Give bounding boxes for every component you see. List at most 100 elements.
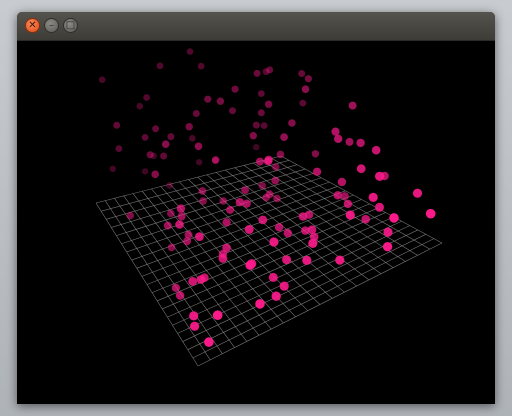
- point-8: [98, 76, 106, 83]
- point-17: [299, 99, 307, 107]
- point-53: [301, 85, 310, 93]
- point-36: [185, 123, 193, 131]
- point-68: [255, 157, 264, 166]
- point-108: [268, 272, 278, 282]
- point-104: [196, 275, 206, 284]
- point-86: [175, 291, 185, 300]
- point-121: [189, 311, 199, 321]
- ground-grid: [95, 155, 443, 367]
- point-114: [412, 188, 423, 198]
- point-97: [371, 145, 381, 155]
- grid-line-v-20: [197, 242, 443, 367]
- point-44: [167, 209, 175, 218]
- point-120: [345, 210, 355, 220]
- point-101: [188, 277, 198, 286]
- point-78: [176, 204, 186, 213]
- point-46: [151, 170, 159, 179]
- title-bar[interactable]: ✕ – □: [17, 12, 495, 41]
- point-49: [276, 150, 285, 159]
- point-80: [334, 134, 343, 143]
- point-4: [109, 165, 117, 172]
- point-31: [146, 151, 154, 159]
- point-35: [216, 97, 225, 105]
- point-72: [171, 283, 180, 292]
- minimize-button[interactable]: –: [44, 18, 59, 33]
- app-window: ✕ – □: [17, 12, 495, 404]
- point-28: [253, 69, 261, 77]
- point-7: [189, 135, 196, 142]
- point-18: [141, 134, 149, 141]
- point-106: [282, 255, 292, 265]
- point-23: [298, 70, 306, 77]
- point-16: [257, 90, 265, 97]
- minimize-icon: –: [49, 19, 54, 31]
- point-20: [252, 121, 260, 129]
- point-60: [241, 186, 250, 195]
- point-12: [156, 62, 164, 70]
- point-123: [245, 260, 255, 270]
- point-107: [375, 202, 384, 212]
- point-34: [304, 75, 312, 83]
- point-42: [249, 132, 257, 140]
- point-11: [143, 94, 150, 101]
- maximize-button[interactable]: □: [63, 18, 78, 33]
- point-48: [273, 194, 281, 203]
- point-cloud: [98, 48, 436, 347]
- point-100: [258, 215, 268, 225]
- point-13: [115, 145, 123, 152]
- point-66: [345, 137, 354, 146]
- render-viewport[interactable]: [17, 41, 495, 404]
- point-109: [375, 171, 385, 181]
- point-51: [219, 197, 228, 205]
- point-122: [271, 291, 281, 301]
- close-button[interactable]: ✕: [25, 18, 40, 33]
- point-59: [280, 133, 288, 141]
- 3d-scene[interactable]: [17, 41, 495, 404]
- point-15: [260, 122, 268, 129]
- point-69: [226, 205, 235, 214]
- point-110: [279, 281, 289, 291]
- point-10: [197, 62, 205, 70]
- point-22: [160, 152, 168, 160]
- point-87: [283, 228, 292, 238]
- point-105: [244, 225, 254, 234]
- point-24: [152, 125, 160, 133]
- grid-line-v-17: [182, 229, 418, 342]
- desktop: ✕ – □: [0, 0, 512, 416]
- point-21: [113, 121, 121, 129]
- point-89: [343, 199, 353, 209]
- point-93: [222, 243, 231, 253]
- point-41: [126, 211, 134, 220]
- point-6: [136, 102, 144, 110]
- point-118: [269, 237, 279, 247]
- point-127: [212, 310, 223, 321]
- point-45: [288, 119, 296, 127]
- point-25: [229, 107, 236, 115]
- point-64: [163, 221, 172, 230]
- point-37: [212, 156, 220, 164]
- point-47: [199, 197, 207, 205]
- point-61: [177, 212, 186, 221]
- point-43: [311, 150, 320, 158]
- point-83: [333, 191, 342, 200]
- point-5: [166, 182, 173, 189]
- point-117: [308, 238, 318, 248]
- point-94: [175, 220, 184, 229]
- point-112: [368, 192, 378, 202]
- point-82: [356, 138, 365, 148]
- point-29: [257, 109, 265, 117]
- point-73: [331, 127, 340, 136]
- point-32: [231, 85, 239, 93]
- close-icon: ✕: [28, 19, 37, 31]
- point-67: [184, 230, 193, 239]
- point-1: [141, 168, 149, 175]
- point-54: [167, 243, 176, 252]
- point-57: [265, 190, 274, 199]
- point-56: [194, 142, 203, 151]
- point-26: [266, 66, 274, 74]
- point-70: [242, 199, 251, 208]
- point-124: [382, 242, 393, 252]
- point-71: [222, 218, 231, 227]
- point-62: [340, 192, 349, 201]
- point-19: [167, 133, 175, 141]
